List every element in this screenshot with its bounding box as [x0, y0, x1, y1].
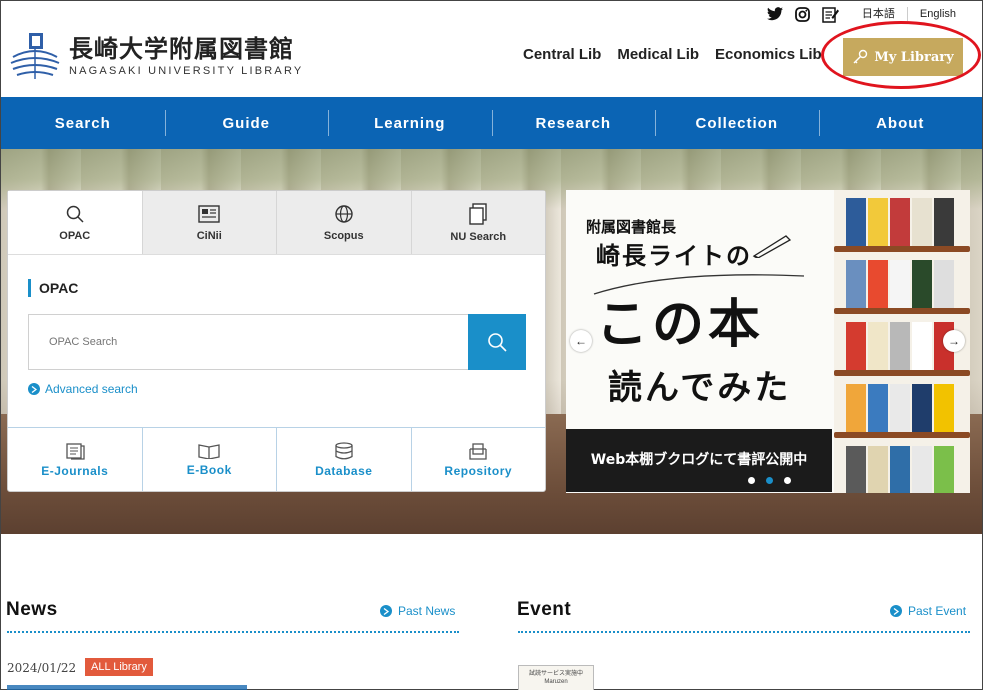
slider-dot-1[interactable]: [748, 477, 755, 484]
search-panel: OPAC CiNii Scopus NU Search OPAC Advance…: [7, 190, 546, 492]
globe-icon: [335, 204, 353, 223]
global-nav: Search Guide Learning Research Collectio…: [1, 97, 982, 149]
banner-line3: この本: [596, 295, 765, 355]
slider-dot-3[interactable]: [784, 477, 791, 484]
journal-icon: [66, 442, 85, 460]
past-event-label: Past Event: [908, 604, 967, 618]
repository-icon: [469, 442, 487, 460]
news-item-date: 2024/01/22: [7, 661, 77, 675]
instagram-icon[interactable]: [794, 5, 812, 23]
news-item-badge[interactable]: ALL Library: [85, 658, 153, 676]
library-emblem-icon: [10, 33, 60, 79]
event-title: Event: [517, 599, 572, 620]
lang-english-link[interactable]: English: [906, 7, 968, 21]
repository-link[interactable]: Repository: [410, 428, 546, 491]
arrow-right-icon: [890, 605, 902, 617]
pen-icon: [752, 235, 792, 258]
arrow-right-icon: [380, 605, 392, 617]
newspaper-icon: [198, 204, 220, 223]
news-title: News: [6, 599, 58, 620]
opac-section-title: OPAC: [28, 279, 78, 297]
database-icon: [335, 441, 353, 459]
tab-opac[interactable]: OPAC: [8, 191, 142, 254]
key-icon: [853, 49, 868, 64]
medical-lib-link[interactable]: Medical Lib: [617, 46, 699, 63]
economics-lib-link[interactable]: Economics Lib: [715, 46, 822, 63]
site-header: 長崎大学附属図書館 NAGASAKI UNIVERSITY LIBRARY 日本…: [1, 1, 982, 97]
tab-cinii-label: CiNii: [196, 229, 222, 242]
nav-collection[interactable]: Collection: [655, 97, 819, 149]
documents-icon: [469, 202, 487, 225]
slider-dots: [748, 477, 802, 484]
shelf-row: [834, 376, 970, 438]
news-item-title[interactable]: [7, 685, 247, 690]
my-library-button[interactable]: My Library: [843, 38, 963, 76]
opac-search-box: [28, 314, 469, 370]
database-link[interactable]: Database: [276, 428, 411, 491]
lang-japanese-link[interactable]: 日本語: [850, 7, 907, 21]
twitter-icon[interactable]: [766, 5, 784, 23]
tab-nu-search[interactable]: NU Search: [410, 191, 545, 254]
quick-links: E-Journals E-Book Database Repository: [8, 427, 545, 491]
past-event-link[interactable]: Past Event: [890, 604, 966, 618]
nav-about[interactable]: About: [818, 97, 983, 149]
shelf-row: [834, 190, 970, 252]
advanced-search-link[interactable]: Advanced search: [28, 382, 138, 396]
e-journals-label: E-Journals: [41, 463, 109, 478]
book-icon: [198, 443, 220, 459]
site-logo[interactable]: 長崎大学附属図書館 NAGASAKI UNIVERSITY LIBRARY: [9, 31, 303, 81]
tab-opac-label: OPAC: [59, 229, 91, 242]
search-icon: [66, 205, 84, 223]
my-library-label: My Library: [874, 49, 954, 65]
tab-scopus[interactable]: Scopus: [276, 191, 411, 254]
past-news-label: Past News: [398, 604, 456, 618]
slider-next-arrow-icon[interactable]: →: [943, 330, 965, 352]
event-thumb-text: 試読サービス実施中 Maruzen: [528, 671, 583, 685]
nav-search[interactable]: Search: [1, 97, 165, 149]
library-branch-nav: Central Lib Medical Lib Economics Lib: [523, 46, 838, 63]
blog-icon[interactable]: [822, 5, 840, 23]
opac-search-input[interactable]: [29, 315, 469, 369]
tab-nu-search-label: NU Search: [450, 230, 507, 243]
event-item-thumbnail[interactable]: 試読サービス実施中 Maruzen: [518, 665, 594, 690]
logo-title-ja: 長崎大学附属図書館: [69, 34, 294, 63]
repository-label: Repository: [444, 463, 513, 478]
banner-line1: 附属図書館長: [586, 218, 677, 236]
tab-scopus-label: Scopus: [323, 229, 364, 242]
slider-prev-arrow-icon[interactable]: ←: [570, 330, 592, 352]
news-divider: [7, 631, 459, 633]
central-lib-link[interactable]: Central Lib: [523, 46, 601, 63]
e-journals-link[interactable]: E-Journals: [8, 428, 142, 491]
logo-title-en: NAGASAKI UNIVERSITY LIBRARY: [69, 65, 304, 77]
nav-learning[interactable]: Learning: [328, 97, 492, 149]
search-icon: [488, 333, 507, 352]
shelf-row: [834, 252, 970, 314]
banner-line4: 読んでみた: [608, 368, 792, 408]
database-label: Database: [315, 463, 373, 478]
nav-research[interactable]: Research: [491, 97, 656, 149]
banner-slider[interactable]: 附属図書館長 崎長ライトの この本 読んでみた Web本棚ブクログにて書評公開中: [566, 190, 970, 493]
e-book-label: E-Book: [186, 462, 232, 477]
slider-dot-2[interactable]: [766, 477, 773, 484]
search-tabs: OPAC CiNii Scopus NU Search: [8, 191, 545, 255]
banner-line2: 崎長ライトの: [596, 242, 752, 270]
shelf-row: [834, 438, 970, 493]
arrow-right-icon: [28, 383, 40, 395]
banner-text-area: 附属図書館長 崎長ライトの この本 読んでみた Web本棚ブクログにて書評公開中: [566, 190, 834, 493]
advanced-search-label: Advanced search: [45, 382, 138, 396]
opac-search-button[interactable]: [468, 314, 526, 370]
tab-cinii[interactable]: CiNii: [141, 191, 276, 254]
e-book-link[interactable]: E-Book: [141, 428, 277, 491]
past-news-link[interactable]: Past News: [380, 604, 455, 618]
event-divider: [518, 631, 970, 633]
utility-bar: 日本語 English: [766, 4, 968, 24]
nav-guide[interactable]: Guide: [164, 97, 329, 149]
